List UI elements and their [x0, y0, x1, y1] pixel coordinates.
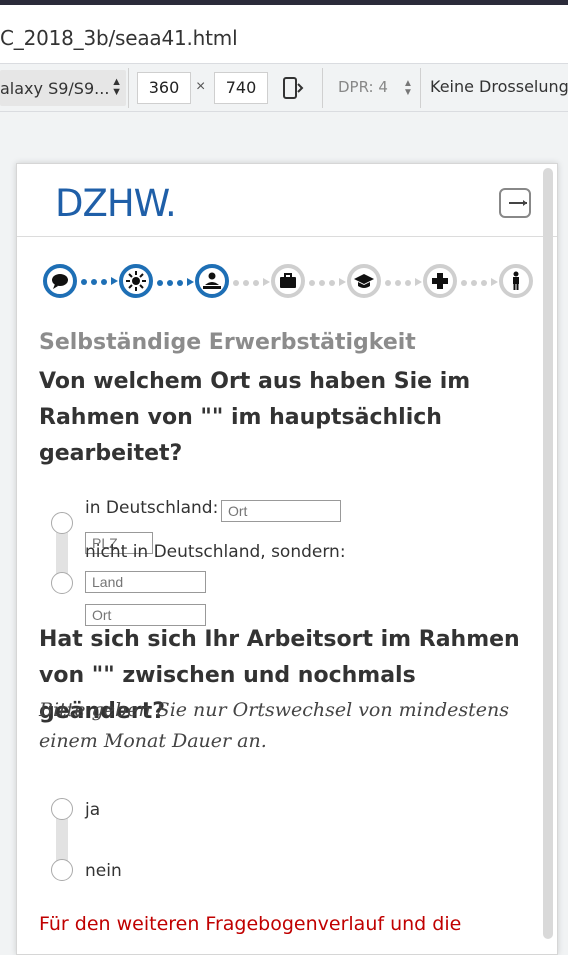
ort-input[interactable]	[221, 500, 341, 522]
logout-arrow-icon	[509, 200, 527, 206]
width-input[interactable]: 360	[137, 72, 191, 104]
divider	[322, 68, 323, 108]
routing-note: Für den weiteren Fragebogenverlauf und d…	[39, 913, 462, 935]
speech-bubble-icon	[52, 274, 68, 289]
progress-connector	[309, 278, 346, 286]
progress-connector	[461, 278, 498, 286]
select-arrows-icon: ▲ ▼	[111, 76, 122, 98]
medical-cross-icon	[432, 273, 448, 289]
option-in-deutschland-label: in Deutschland:	[85, 498, 219, 518]
divider	[128, 68, 129, 108]
throttle-select[interactable]: Keine Drosselung	[430, 77, 568, 96]
progress-step-2	[119, 264, 153, 298]
rotate-icon[interactable]	[282, 76, 304, 100]
device-name: alaxy S9/S9...	[0, 79, 110, 98]
device-toolbar: alaxy S9/S9... ▲ ▼ 360 × 740 DPR: 4 ▲ ▼ Ke…	[0, 64, 568, 112]
graduation-cap-icon	[354, 274, 374, 288]
option-ja-label: ja	[85, 800, 101, 820]
question-2-hint: Bitte geben Sie nur Ortswechsel von mind…	[39, 699, 509, 752]
progress-step-1	[43, 264, 77, 298]
person-at-desk-icon	[203, 272, 221, 289]
progress-step-7	[499, 264, 533, 298]
progress-connector	[81, 277, 118, 285]
progress-bar	[41, 264, 541, 304]
progress-step-3	[195, 264, 229, 298]
briefcase-icon	[280, 273, 296, 288]
radio-ja[interactable]	[51, 798, 73, 820]
person-icon	[513, 271, 519, 290]
progress-step-6	[423, 264, 457, 298]
progress-step-5	[347, 264, 381, 298]
progress-step-4	[271, 264, 305, 298]
dpr-select[interactable]: DPR: 4	[338, 78, 388, 96]
device-viewport: DZHW. Selbständige Erwerbstätigkeit Von …	[16, 163, 558, 955]
divider	[420, 68, 421, 108]
land-input[interactable]	[85, 571, 206, 593]
url-text[interactable]: C_2018_3b/seaa41.html	[0, 26, 238, 50]
progress-connector	[385, 278, 422, 286]
progress-connector	[157, 278, 194, 286]
exit-button[interactable]	[499, 188, 531, 218]
device-select[interactable]: alaxy S9/S9... ▲ ▼	[0, 70, 126, 106]
select-arrows-icon: ▲ ▼	[403, 78, 413, 98]
progress-connector	[233, 278, 270, 286]
address-bar[interactable]: C_2018_3b/seaa41.html	[0, 5, 568, 64]
section-title: Selbständige Erwerbstätigkeit	[39, 330, 416, 355]
height-input[interactable]: 740	[214, 72, 268, 104]
viewport-scrollbar[interactable]	[543, 168, 553, 939]
sun-icon	[126, 271, 146, 291]
radio-nicht-in-deutschland[interactable]	[51, 572, 73, 594]
radio-in-deutschland[interactable]	[51, 512, 73, 534]
times-sign: ×	[196, 78, 206, 95]
question-1: Von welchem Ort aus haben Sie im Rahmen …	[39, 369, 471, 466]
dzhw-logo: DZHW.	[55, 182, 177, 225]
radio-nein[interactable]	[51, 859, 73, 881]
survey-header: DZHW.	[17, 164, 557, 237]
option-nein-label: nein	[85, 861, 122, 881]
option-nicht-in-deutschland-label: nicht in Deutschland, sondern:	[85, 542, 346, 562]
